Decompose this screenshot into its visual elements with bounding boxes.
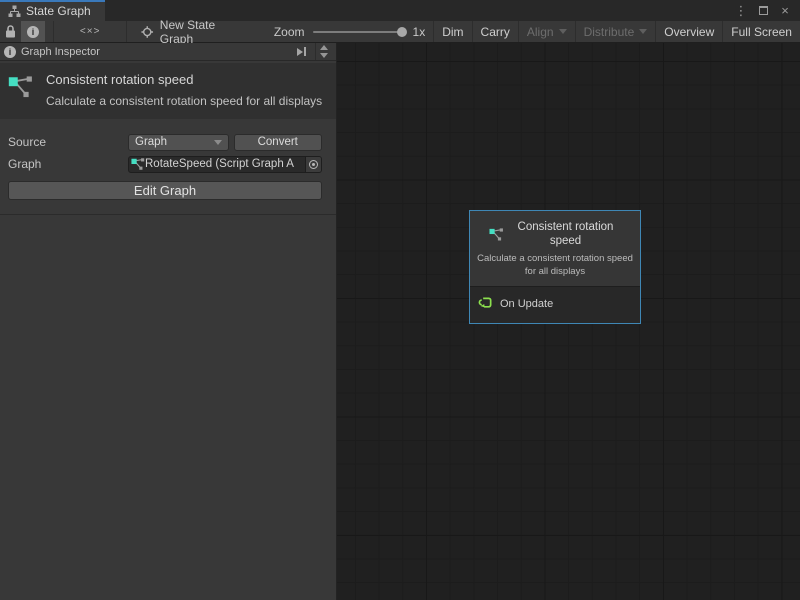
lock-icon [5, 25, 16, 38]
dock-panel-icon[interactable] [293, 47, 310, 56]
node-description: Calculate a consistent rotation speed fo… [476, 253, 634, 279]
graph-field-label: Graph [8, 157, 128, 171]
inspector-toggle-button[interactable]: i [21, 21, 45, 42]
node-title: Consistent rotation speed [510, 220, 622, 249]
on-update-event-icon [478, 296, 493, 311]
inspector-divider [0, 214, 336, 215]
toolbar-separator [126, 21, 127, 42]
carry-label: Carry [481, 25, 510, 39]
tab-label: State Graph [26, 4, 91, 18]
zoom-slider-handle[interactable] [397, 27, 407, 37]
info-icon: i [4, 46, 16, 58]
dock-bar [304, 47, 306, 56]
scroll-up-icon[interactable] [320, 45, 328, 50]
code-view-icon: <×> [80, 26, 101, 37]
graph-toolbar: i <×> New State Graph Zoom 1x Dim Carry … [0, 21, 800, 43]
dock-triangle [297, 48, 303, 56]
edit-graph-button[interactable]: Edit Graph [8, 181, 322, 200]
align-button[interactable]: Align [519, 21, 575, 42]
toolbar-separator [53, 21, 54, 42]
edit-graph-label: Edit Graph [134, 183, 196, 198]
window-menu-icon[interactable]: ⋮ [732, 2, 750, 20]
source-dropdown[interactable]: Graph [128, 134, 229, 151]
lock-button[interactable] [0, 21, 21, 42]
graph-object-value: RotateSpeed (Script Graph A [145, 158, 305, 170]
window-controls: ⋮ × [732, 0, 800, 21]
overview-label: Overview [664, 25, 714, 39]
script-graph-icon [131, 157, 145, 171]
source-row: Source Graph Convert [8, 133, 322, 151]
zoom-control: Zoom 1x [266, 21, 433, 42]
new-state-graph-label: New State Graph [160, 18, 242, 46]
graph-inspector-panel: i Graph Inspector Consistent rotation sp… [0, 43, 337, 600]
graph-field-controls: RotateSpeed (Script Graph A [128, 156, 322, 173]
zoom-slider[interactable] [313, 31, 405, 33]
source-label: Source [8, 135, 128, 149]
source-controls: Graph Convert [128, 134, 322, 151]
tab-accent-line [0, 0, 105, 2]
chevron-down-icon [214, 140, 222, 145]
new-state-graph-button[interactable]: New State Graph [131, 21, 252, 42]
carry-button[interactable]: Carry [473, 21, 518, 42]
script-graph-icon [8, 74, 34, 100]
dim-label: Dim [442, 25, 463, 39]
graph-crosshair-icon [141, 25, 153, 39]
graph-description: Calculate a consistent rotation speed fo… [46, 93, 322, 109]
state-node-selected[interactable]: Consistent rotation speed Calculate a co… [469, 210, 641, 324]
align-label: Align [527, 25, 554, 39]
tab-state-graph[interactable]: State Graph [0, 0, 105, 21]
zoom-value: 1x [413, 25, 426, 39]
graph-object-field[interactable]: RotateSpeed (Script Graph A [128, 156, 322, 173]
zoom-label: Zoom [274, 25, 305, 39]
state-node-header[interactable]: Consistent rotation speed Calculate a co… [470, 211, 640, 287]
toolbar-right-group: Dim Carry Align Distribute Overview Full… [433, 21, 800, 42]
picker-dot [312, 163, 315, 166]
inspector-header: i Graph Inspector [0, 43, 336, 61]
distribute-label: Distribute [584, 25, 635, 39]
inspector-fields: Source Graph Convert Graph [0, 119, 336, 173]
convert-label: Convert [258, 136, 298, 148]
graph-info-text: Consistent rotation speed Calculate a co… [46, 72, 322, 109]
source-dropdown-value: Graph [135, 136, 167, 148]
graph-title: Consistent rotation speed [46, 72, 322, 87]
object-picker-button[interactable] [305, 157, 321, 172]
panel-scroll-spinners [315, 43, 332, 60]
graph-canvas[interactable]: Consistent rotation speed Calculate a co… [337, 43, 800, 600]
maximize-glyph [759, 6, 768, 15]
code-view-button[interactable]: <×> [68, 21, 113, 42]
overview-button[interactable]: Overview [656, 21, 722, 42]
tab-bar: State Graph ⋮ × [0, 0, 800, 21]
graph-info-box: Consistent rotation speed Calculate a co… [0, 63, 336, 119]
chevron-down-icon [559, 29, 567, 34]
state-graph-icon [8, 5, 21, 17]
info-icon: i [27, 26, 39, 38]
dim-button[interactable]: Dim [434, 21, 471, 42]
node-title-row: Consistent rotation speed [476, 220, 634, 249]
full-screen-label: Full Screen [731, 25, 792, 39]
graph-field-row: Graph RotateSpeed (Script Graph A [8, 155, 322, 173]
state-node-events[interactable]: On Update [470, 287, 640, 323]
convert-button[interactable]: Convert [234, 134, 323, 151]
inspector-title: Graph Inspector [21, 46, 288, 58]
scroll-down-icon[interactable] [320, 53, 328, 58]
script-graph-icon [489, 227, 504, 242]
window-maximize-icon[interactable] [754, 2, 772, 20]
object-picker-icon [309, 160, 318, 169]
on-update-label: On Update [500, 298, 553, 310]
distribute-button[interactable]: Distribute [576, 21, 656, 42]
full-screen-button[interactable]: Full Screen [723, 21, 800, 42]
window-close-icon[interactable]: × [776, 2, 794, 20]
chevron-down-icon [639, 29, 647, 34]
